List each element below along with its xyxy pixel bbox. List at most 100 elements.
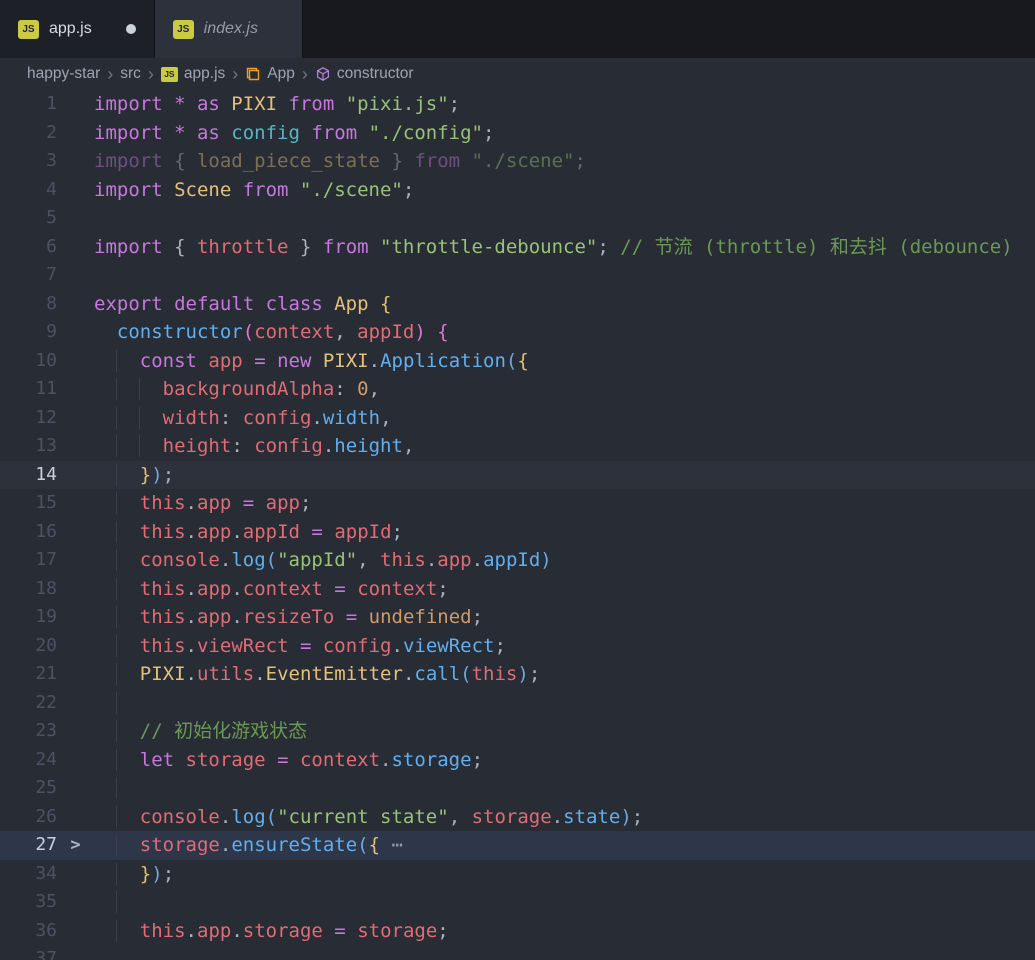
code-line[interactable]: 24 let storage = context.storage; <box>0 746 1035 775</box>
folded-code-ellipsis[interactable]: ⋯ <box>392 834 405 856</box>
fold-gutter <box>57 489 94 518</box>
code-line[interactable]: 23 // 初始化游戏状态 <box>0 717 1035 746</box>
line-number[interactable]: 9 <box>0 318 57 347</box>
code-line[interactable]: 11 backgroundAlpha: 0, <box>0 375 1035 404</box>
code-line[interactable]: 12 width: config.width, <box>0 404 1035 433</box>
line-number[interactable]: 20 <box>0 632 57 661</box>
javascript-file-icon: JS <box>172 19 194 39</box>
fold-gutter <box>57 660 94 689</box>
line-number[interactable]: 6 <box>0 233 57 262</box>
fold-gutter <box>57 318 94 347</box>
fold-gutter <box>57 717 94 746</box>
breadcrumb-label: src <box>120 65 141 82</box>
line-number[interactable]: 34 <box>0 860 57 889</box>
line-number[interactable]: 15 <box>0 489 57 518</box>
line-number[interactable]: 3 <box>0 147 57 176</box>
line-number[interactable]: 8 <box>0 290 57 319</box>
code-line[interactable]: 14 }); <box>0 460 1035 490</box>
code-line[interactable]: 4 import Scene from "./scene"; <box>0 176 1035 205</box>
code-line[interactable]: 2 import * as config from "./config"; <box>0 119 1035 148</box>
code-text: this.app.storage = storage; <box>94 917 1035 946</box>
fold-gutter <box>57 546 94 575</box>
code-line[interactable]: 21 PIXI.utils.EventEmitter.call(this); <box>0 660 1035 689</box>
line-number[interactable]: 36 <box>0 917 57 946</box>
breadcrumb-item-method[interactable]: constructor <box>315 65 414 83</box>
code-text: }); <box>94 860 1035 889</box>
line-number[interactable]: 16 <box>0 518 57 547</box>
line-number[interactable]: 27 <box>0 831 57 860</box>
code-text: this.app.resizeTo = undefined; <box>94 603 1035 632</box>
code-line[interactable]: 15 this.app = app; <box>0 489 1035 518</box>
chevron-right-icon: › <box>107 64 114 84</box>
line-number[interactable]: 13 <box>0 432 57 461</box>
fold-gutter <box>57 90 94 119</box>
code-line[interactable]: 3 import { load_piece_state } from "./sce… <box>0 147 1035 176</box>
code-line[interactable]: 16 this.app.appId = appId; <box>0 518 1035 547</box>
fold-gutter <box>57 774 94 803</box>
chevron-right-icon: › <box>232 64 239 84</box>
line-number[interactable]: 21 <box>0 660 57 689</box>
code-text: this.app = app; <box>94 489 1035 518</box>
line-number[interactable]: 4 <box>0 176 57 205</box>
javascript-file-icon: JS <box>160 66 178 82</box>
breadcrumb-item-class[interactable]: App <box>245 65 295 83</box>
code-line[interactable]: 36 this.app.storage = storage; <box>0 917 1035 946</box>
tab-index-js[interactable]: JS index.js <box>154 0 303 58</box>
breadcrumb-item-folder[interactable]: src <box>120 65 141 83</box>
line-number[interactable]: 1 <box>0 90 57 119</box>
line-number[interactable]: 35 <box>0 888 57 917</box>
code-line[interactable]: 37 <box>0 945 1035 960</box>
code-text: console.log("current state", storage.sta… <box>94 803 1035 832</box>
line-number[interactable]: 23 <box>0 717 57 746</box>
code-line[interactable]: 8 export default class App { <box>0 290 1035 319</box>
code-line[interactable]: 1 import * as PIXI from "pixi.js"; <box>0 90 1035 119</box>
fold-gutter <box>57 888 94 917</box>
code-text: constructor(context, appId) { <box>116 321 449 343</box>
code-line[interactable]: 27 > storage.ensureState({ ⋯ <box>0 831 1035 860</box>
unsaved-changes-dot[interactable] <box>125 24 136 34</box>
line-number[interactable]: 10 <box>0 347 57 376</box>
code-line[interactable]: 35 <box>0 888 1035 917</box>
code-line[interactable]: 7 <box>0 261 1035 290</box>
line-number[interactable]: 11 <box>0 375 57 404</box>
line-number[interactable]: 22 <box>0 689 57 718</box>
code-line[interactable]: 25 <box>0 774 1035 803</box>
code-line[interactable]: 9 constructor(context, appId) { <box>0 318 1035 347</box>
breadcrumb-item-file[interactable]: JS app.js <box>160 65 225 83</box>
line-number[interactable]: 18 <box>0 575 57 604</box>
code-line[interactable]: 10 const app = new PIXI.Application({ <box>0 347 1035 376</box>
code-line[interactable]: 18 this.app.context = context; <box>0 575 1035 604</box>
fold-chevron-icon[interactable]: > <box>57 831 94 860</box>
line-number[interactable]: 19 <box>0 603 57 632</box>
line-number[interactable]: 24 <box>0 746 57 775</box>
fold-gutter <box>57 603 94 632</box>
breadcrumb-item-folder[interactable]: happy-star <box>27 65 100 83</box>
code-line[interactable]: 20 this.viewRect = config.viewRect; <box>0 632 1035 661</box>
line-number[interactable]: 12 <box>0 404 57 433</box>
tab-app-js[interactable]: JS app.js <box>0 0 155 58</box>
code-line[interactable]: 34 }); <box>0 860 1035 889</box>
line-number[interactable]: 14 <box>0 461 57 490</box>
code-line[interactable]: 26 console.log("current state", storage.… <box>0 803 1035 832</box>
line-number[interactable]: 17 <box>0 546 57 575</box>
line-number[interactable]: 7 <box>0 261 57 290</box>
line-number[interactable]: 37 <box>0 945 57 960</box>
code-line[interactable]: 5 <box>0 204 1035 233</box>
fold-gutter <box>57 261 94 290</box>
code-text: this.app.appId = appId; <box>94 518 1035 547</box>
chevron-right-icon: › <box>301 64 308 84</box>
code-line[interactable]: 19 this.app.resizeTo = undefined; <box>0 603 1035 632</box>
code-line[interactable]: 22 <box>0 689 1035 718</box>
line-number[interactable]: 5 <box>0 204 57 233</box>
code-line[interactable]: 13 height: config.height, <box>0 432 1035 461</box>
fold-gutter <box>57 945 94 960</box>
breadcrumb: happy-star › src › JS app.js › App › con… <box>0 58 1035 90</box>
line-number[interactable]: 2 <box>0 119 57 148</box>
fold-gutter <box>57 432 94 461</box>
code-line[interactable]: 17 console.log("appId", this.app.appId) <box>0 546 1035 575</box>
code-editor[interactable]: 1 import * as PIXI from "pixi.js"; 2 import… <box>0 90 1035 960</box>
code-line[interactable]: 6 import { throttle } from "throttle-debo… <box>0 233 1035 262</box>
line-number[interactable]: 26 <box>0 803 57 832</box>
line-number[interactable]: 25 <box>0 774 57 803</box>
